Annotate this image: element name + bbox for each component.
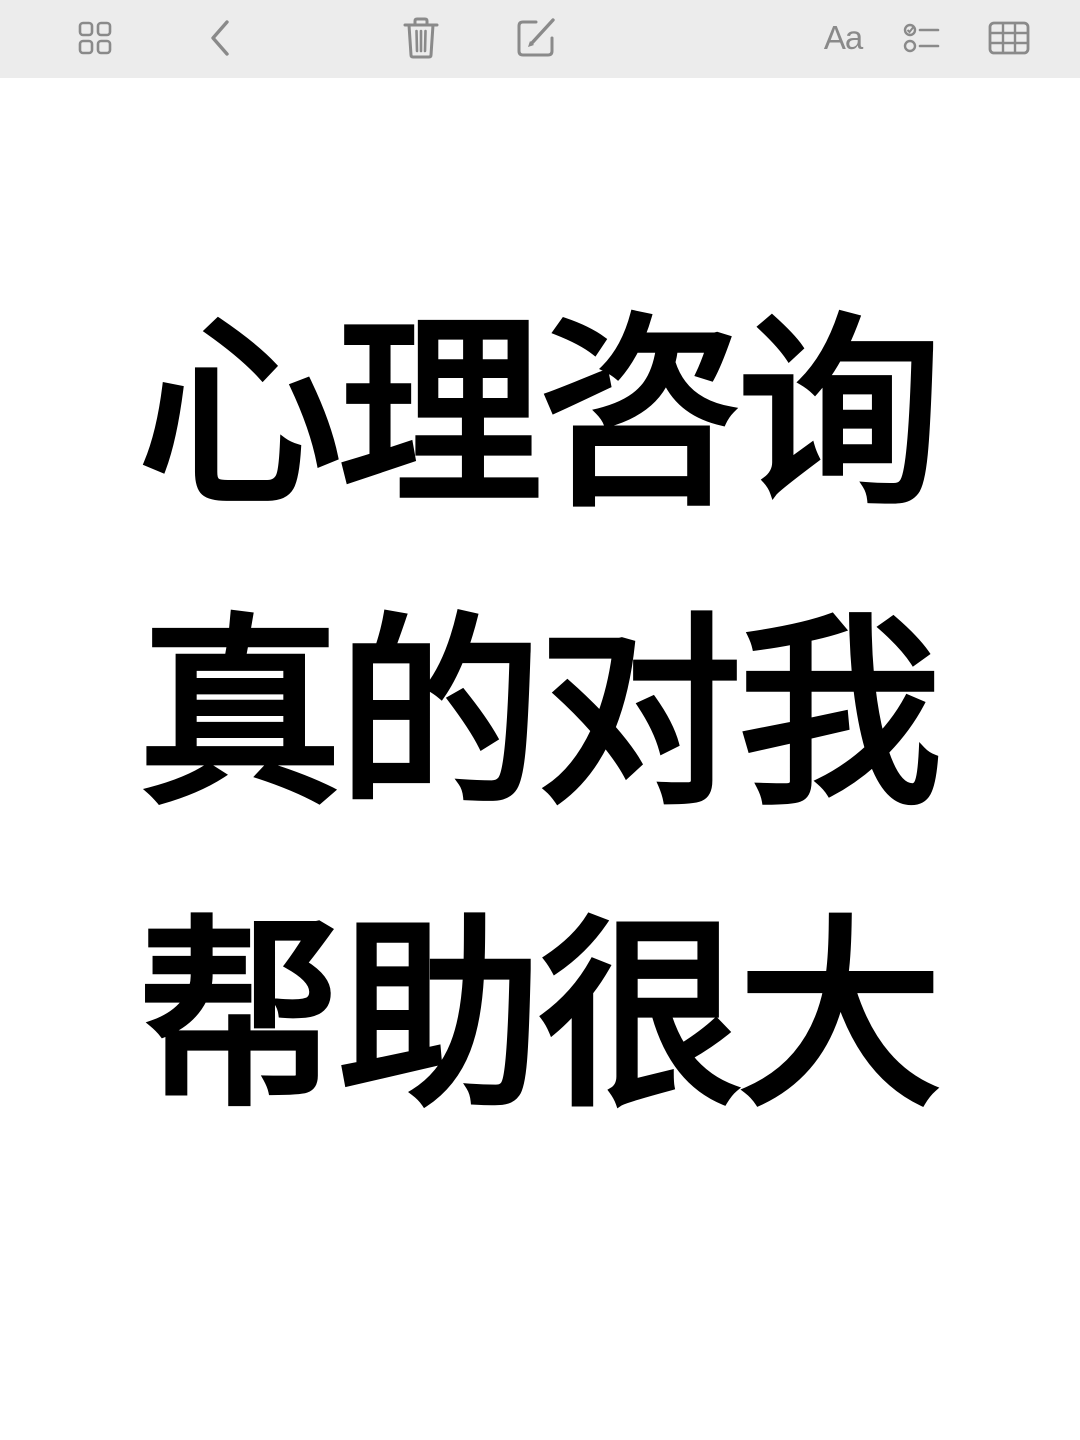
chevron-left-icon: [211, 20, 229, 56]
compose-button[interactable]: [508, 10, 564, 66]
compose-icon: [517, 18, 555, 57]
checklist-button[interactable]: [894, 10, 950, 66]
trash-icon: [403, 17, 439, 59]
note-text-line-2: 真的对我: [138, 597, 942, 834]
note-text-line-1: 心理咨询: [138, 297, 942, 534]
delete-button[interactable]: [393, 10, 449, 66]
table-button[interactable]: [981, 10, 1037, 66]
back-button[interactable]: [192, 10, 248, 66]
checklist-icon: [903, 23, 940, 53]
notes-app: Aa 心理咨询 真的对我 帮助很大: [0, 0, 1080, 1440]
text-format-button[interactable]: Aa: [815, 10, 871, 66]
table-icon: [988, 21, 1030, 55]
note-body[interactable]: 心理咨询 真的对我 帮助很大: [0, 78, 1080, 1440]
text-format-label: Aa: [823, 19, 863, 56]
toolbar: Aa: [0, 0, 1080, 78]
gallery-view-button[interactable]: [67, 10, 123, 66]
note-text-line-3: 帮助很大: [138, 899, 942, 1136]
gallery-grid-icon: [78, 21, 112, 55]
